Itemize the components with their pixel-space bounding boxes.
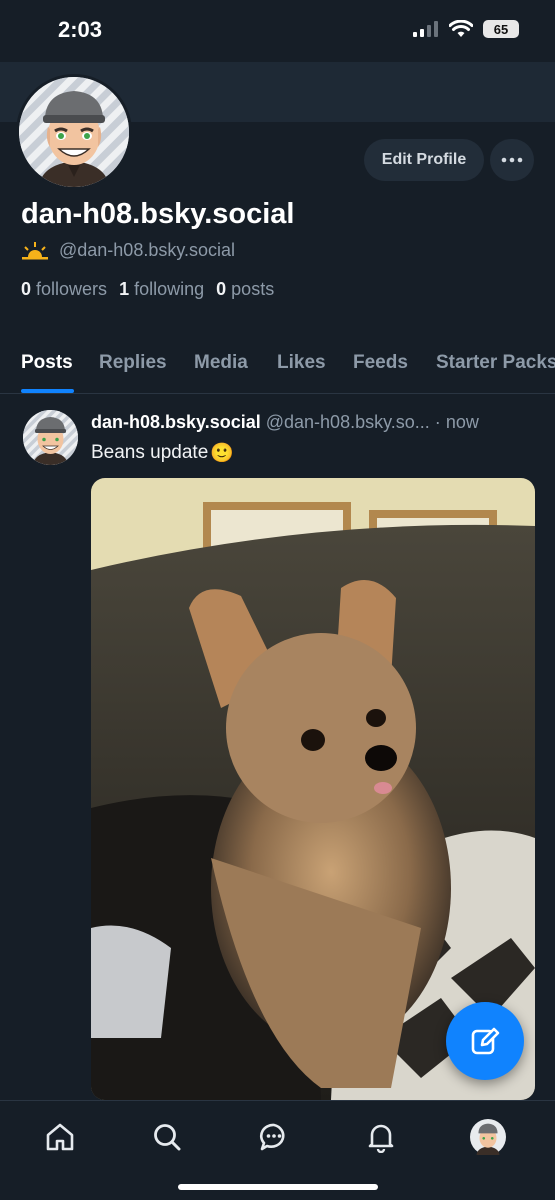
profile-avatar-icon xyxy=(470,1119,506,1155)
nav-home[interactable] xyxy=(40,1117,80,1157)
tab-replies[interactable]: Replies xyxy=(99,352,167,374)
compose-post-button[interactable] xyxy=(446,1002,524,1080)
profile-avatar[interactable] xyxy=(16,74,132,190)
tab-media[interactable]: Media xyxy=(194,352,248,374)
sunrise-icon xyxy=(22,241,48,259)
status-time: 2:03 xyxy=(58,17,103,42)
status-bar: 2:03 65 xyxy=(0,0,555,62)
followers-stat[interactable]: 0 followers xyxy=(21,279,107,300)
display-name: dan-h08.bsky.social xyxy=(21,198,295,230)
nav-search[interactable] xyxy=(147,1117,187,1157)
tab-likes[interactable]: Likes xyxy=(277,352,326,374)
search-icon xyxy=(154,1124,181,1151)
post-body: Beans update xyxy=(91,442,209,463)
post-separator: · xyxy=(434,412,441,432)
avatar-illustration-small xyxy=(23,410,78,465)
chat-icon xyxy=(259,1123,285,1151)
tab-starter-packs[interactable]: Starter Packs xyxy=(436,352,555,374)
home-indicator[interactable] xyxy=(178,1184,378,1190)
post-timestamp[interactable]: now xyxy=(446,412,479,432)
profile-stats: 0 followers 1 following 0 posts xyxy=(21,279,274,300)
bell-icon xyxy=(368,1124,394,1153)
wifi-icon xyxy=(449,20,473,37)
signal-icon xyxy=(413,21,438,37)
compose-icon xyxy=(471,1027,500,1055)
post-emoji: 🙂 xyxy=(210,443,234,464)
post-author-avatar[interactable] xyxy=(23,410,78,465)
following-stat[interactable]: 1 following xyxy=(119,279,204,300)
profile-tabs: Posts Replies Media Likes Feeds Starter … xyxy=(0,338,555,394)
battery-indicator: 65 xyxy=(483,20,519,38)
post-header: dan-h08.bsky.social @dan-h08.bsky.so... … xyxy=(91,412,479,433)
following-label: following xyxy=(134,279,205,299)
nav-notifications[interactable] xyxy=(361,1117,401,1157)
posts-label: posts xyxy=(231,279,275,299)
avatar-illustration xyxy=(19,77,129,187)
home-icon xyxy=(46,1123,74,1151)
more-options-button[interactable] xyxy=(490,139,534,181)
tab-active-indicator xyxy=(21,389,74,393)
followers-label: followers xyxy=(36,279,108,299)
tab-posts[interactable]: Posts xyxy=(21,352,73,374)
edit-profile-button[interactable]: Edit Profile xyxy=(364,139,484,181)
post-text: Beans update 🙂 xyxy=(91,441,234,465)
tab-feeds[interactable]: Feeds xyxy=(353,352,408,374)
handle-row: @dan-h08.bsky.social xyxy=(21,240,235,261)
posts-stat: 0 posts xyxy=(216,279,274,300)
post-author-name[interactable]: dan-h08.bsky.social xyxy=(91,412,261,432)
followers-count: 0 xyxy=(21,279,32,299)
profile-handle: @dan-h08.bsky.social xyxy=(59,240,236,260)
posts-count: 0 xyxy=(216,279,227,299)
post-author-handle[interactable]: @dan-h08.bsky.so... xyxy=(266,412,430,432)
status-icons: 65 xyxy=(413,20,519,38)
nav-profile[interactable] xyxy=(468,1117,508,1157)
nav-chat[interactable] xyxy=(254,1117,294,1157)
ellipsis-icon xyxy=(501,157,523,163)
following-count: 1 xyxy=(119,279,130,299)
